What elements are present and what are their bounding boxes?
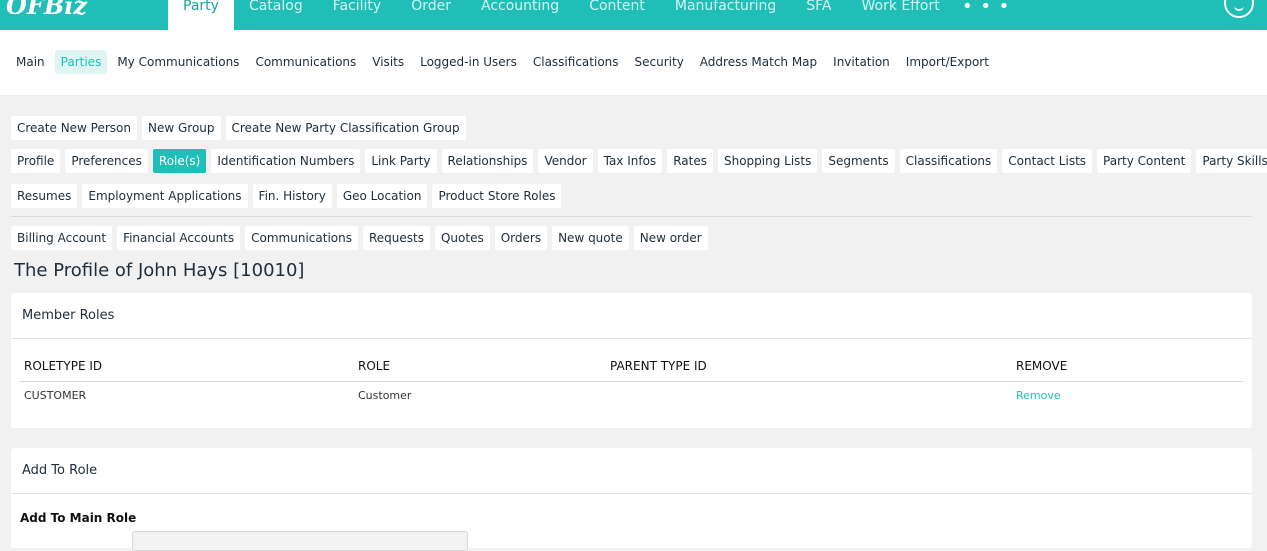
top-nav-item-order[interactable]: Order xyxy=(396,0,466,30)
profile-tab-profile[interactable]: Profile xyxy=(11,149,61,173)
sub-nav-item-import-export[interactable]: Import/Export xyxy=(900,50,995,74)
member-roles-panel: Member Roles ROLETYPE ID ROLE PARENT TYP… xyxy=(11,293,1252,428)
profile-tab-rates[interactable]: Rates xyxy=(667,149,713,173)
sub-nav-item-parties[interactable]: Parties xyxy=(54,50,108,74)
cell-role: Customer xyxy=(358,388,412,402)
related-link-billing-account[interactable]: Billing Account xyxy=(11,226,113,250)
column-header-remove: REMOVE xyxy=(1011,351,1244,382)
profile-tab-classifications[interactable]: Classifications xyxy=(899,149,998,173)
profile-tab-identification-numbers[interactable]: Identification Numbers xyxy=(211,149,361,173)
sub-nav-items: Main Parties My Communications Communicatio… xyxy=(10,50,995,74)
related-link-new-quote[interactable]: New quote xyxy=(552,226,629,250)
sub-nav-item-invitation[interactable]: Invitation xyxy=(827,50,896,74)
sub-nav-item-security[interactable]: Security xyxy=(629,50,690,74)
add-to-role-heading: Add To Role xyxy=(11,448,1252,494)
user-avatar-icon[interactable] xyxy=(1224,0,1254,18)
profile-tab-party-content[interactable]: Party Content xyxy=(1097,149,1192,173)
table-header-row: ROLETYPE ID ROLE PARENT TYPE ID REMOVE xyxy=(19,351,1244,382)
sub-nav-item-main[interactable]: Main xyxy=(10,50,51,74)
top-bar: OFBiz Party Catalog Facility Order Accountin… xyxy=(0,0,1267,30)
top-nav-item-work-effort[interactable]: Work Effort xyxy=(847,0,955,30)
add-to-main-role-label: Add To Main Role xyxy=(20,511,137,525)
divider xyxy=(11,216,1252,217)
column-header-role: ROLE xyxy=(353,351,605,382)
profile-tab-vendor[interactable]: Vendor xyxy=(538,149,593,173)
top-nav-item-content[interactable]: Content xyxy=(574,0,660,30)
profile-tab-resumes[interactable]: Resumes xyxy=(11,184,78,208)
profile-tab-party-skills[interactable]: Party Skills xyxy=(1196,149,1267,173)
profile-tabs-row-1: Profile Preferences Role(s) Identification … xyxy=(11,149,1267,173)
party-actions-row: Create New Person New Group Create New Par… xyxy=(11,116,466,140)
sub-nav-item-communications[interactable]: Communications xyxy=(249,50,362,74)
profile-tab-fin-history[interactable]: Fin. History xyxy=(252,184,332,208)
action-button-new-group[interactable]: New Group xyxy=(142,116,221,140)
profile-tab-preferences[interactable]: Preferences xyxy=(65,149,148,173)
cell-roletype-id: CUSTOMER xyxy=(24,388,87,402)
profile-tab-contact-lists[interactable]: Contact Lists xyxy=(1002,149,1093,173)
top-nav-item-party[interactable]: Party xyxy=(168,0,234,30)
column-header-roletype-id: ROLETYPE ID xyxy=(19,351,353,382)
profile-tab-shopping-lists[interactable]: Shopping Lists xyxy=(717,149,818,173)
related-link-orders[interactable]: Orders xyxy=(494,226,548,250)
more-icon[interactable]: • • • xyxy=(962,0,1010,17)
top-nav-item-facility[interactable]: Facility xyxy=(318,0,397,30)
action-button-create-new-person[interactable]: Create New Person xyxy=(11,116,137,140)
related-link-quotes[interactable]: Quotes xyxy=(434,226,490,250)
ofbiz-logo[interactable]: OFBiz xyxy=(6,0,87,20)
related-link-new-order[interactable]: New order xyxy=(633,226,708,250)
sub-nav-item-classifications[interactable]: Classifications xyxy=(527,50,625,74)
column-header-parent-type-id: PARENT TYPE ID xyxy=(605,351,1011,382)
add-to-role-panel: Add To Role Add To Main Role xyxy=(11,448,1252,551)
profile-tabs-row-2: Resumes Employment Applications Fin. Histo… xyxy=(11,184,562,208)
sub-nav-item-visits[interactable]: Visits xyxy=(366,50,410,74)
top-nav-item-catalog[interactable]: Catalog xyxy=(234,0,318,30)
member-roles-heading: Member Roles xyxy=(11,293,1252,339)
related-links-row: Billing Account Financial Accounts Communi… xyxy=(11,226,708,250)
table-row: CUSTOMER Customer Remove xyxy=(19,381,1244,409)
related-link-communications[interactable]: Communications xyxy=(245,226,358,250)
page-title: The Profile of John Hays [10010] xyxy=(14,260,305,281)
profile-tab-segments[interactable]: Segments xyxy=(822,149,895,173)
cell-parent-type-id xyxy=(605,381,1011,409)
profile-tab-link-party[interactable]: Link Party xyxy=(365,149,437,173)
member-roles-table: ROLETYPE ID ROLE PARENT TYPE ID REMOVE C… xyxy=(19,351,1244,409)
profile-tab-geo-location[interactable]: Geo Location xyxy=(336,184,428,208)
profile-tab-role-s[interactable]: Role(s) xyxy=(152,149,207,173)
sub-nav-item-address-match-map[interactable]: Address Match Map xyxy=(694,50,823,74)
profile-tab-relationships[interactable]: Relationships xyxy=(441,149,534,173)
main-role-select[interactable] xyxy=(132,531,468,551)
remove-link[interactable]: Remove xyxy=(1011,381,1244,409)
related-link-financial-accounts[interactable]: Financial Accounts xyxy=(117,226,241,250)
sub-nav-item-my-communications[interactable]: My Communications xyxy=(111,50,245,74)
sub-nav-item-logged-in-users[interactable]: Logged-in Users xyxy=(414,50,523,74)
sub-nav: Main Parties My Communications Communicatio… xyxy=(0,30,1267,95)
related-link-requests[interactable]: Requests xyxy=(362,226,430,250)
top-nav: Party Catalog Facility Order Accounting Conte… xyxy=(168,0,955,30)
top-nav-item-sfa[interactable]: SFA xyxy=(791,0,846,30)
top-nav-item-manufacturing[interactable]: Manufacturing xyxy=(660,0,791,30)
action-button-create-new-party-classification-group[interactable]: Create New Party Classification Group xyxy=(225,116,466,140)
profile-tab-product-store-roles[interactable]: Product Store Roles xyxy=(432,184,562,208)
profile-tab-employment-applications[interactable]: Employment Applications xyxy=(82,184,248,208)
profile-tab-tax-infos[interactable]: Tax Infos xyxy=(597,149,663,173)
top-nav-item-accounting[interactable]: Accounting xyxy=(466,0,574,30)
